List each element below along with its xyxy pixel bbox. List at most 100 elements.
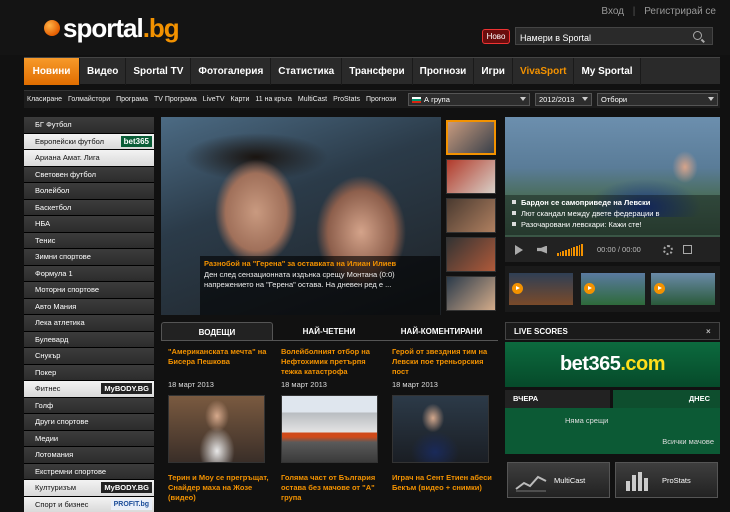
prostats-label: ProStats — [662, 476, 691, 485]
sidebar-item-snooker[interactable]: Снукър — [24, 348, 154, 365]
tab-most-read[interactable]: НАЙ-ЧЕТЕНИ — [273, 322, 385, 340]
nav-transfers[interactable]: Трансфери — [342, 58, 413, 85]
nav-statistics[interactable]: Статистика — [271, 58, 343, 85]
multicast-button[interactable]: MultiCast — [507, 462, 610, 498]
all-matches-link[interactable]: Всички мачове — [662, 437, 714, 446]
news-headline[interactable]: Волейболният отбор на Нефтохимик претърп… — [281, 347, 386, 377]
sidebar-item-bg-football[interactable]: БГ Футбол — [24, 117, 154, 134]
site-logo[interactable]: sportal.bg — [44, 13, 180, 43]
fullscreen-icon[interactable] — [682, 245, 692, 254]
sub-nav-scorers[interactable]: Голмайстори — [68, 96, 110, 103]
nav-predictions[interactable]: Прогнози — [413, 58, 475, 85]
gear-icon[interactable] — [662, 244, 673, 255]
sidebar-item-media[interactable]: Медии — [24, 430, 154, 447]
sidebar-item-extreme-sports[interactable]: Екстремни спортове — [24, 463, 154, 480]
register-link[interactable]: Регистрирай се — [644, 6, 716, 17]
tab-most-commented[interactable]: НАЙ-КОМЕНТИРАНИ — [385, 322, 498, 340]
sidebar-item-athletics[interactable]: Лека атлетика — [24, 315, 154, 332]
prostats-button[interactable]: ProStats — [615, 462, 718, 498]
tab-today[interactable]: ДНЕС — [613, 390, 720, 408]
video-thumbnail[interactable] — [509, 273, 573, 305]
sub-nav-predictions[interactable]: Прогнози — [366, 96, 396, 103]
sidebar-item-world-football[interactable]: Световен футбол — [24, 166, 154, 183]
volume-icon[interactable] — [537, 245, 547, 254]
video-title[interactable]: Разочаровани левскари: Кажи сте! — [511, 219, 714, 230]
league-select[interactable]: А група — [408, 93, 530, 106]
nav-my-sportal[interactable]: My Sportal — [574, 58, 641, 85]
sidebar-item-tennis[interactable]: Тенис — [24, 232, 154, 249]
nav-vivasport[interactable]: VivaSport — [513, 58, 575, 85]
news-item[interactable]: Волейболният отбор на Нефтохимик претърп… — [281, 347, 386, 503]
video-thumbnail[interactable] — [651, 273, 715, 305]
close-icon[interactable]: × — [706, 323, 715, 340]
play-icon[interactable] — [515, 244, 523, 255]
chevron-down-icon — [520, 97, 526, 101]
tab-leading[interactable]: ВОДЕЩИ — [161, 322, 273, 340]
nav-games[interactable]: Игри — [474, 58, 513, 85]
nav-video[interactable]: Видео — [80, 58, 127, 85]
sidebar-item-fitness[interactable]: Фитнес MyBODY.BG — [24, 381, 154, 398]
search-icon[interactable] — [693, 31, 702, 40]
sub-nav-schedule[interactable]: Програма — [116, 96, 148, 103]
sidebar-item-nba[interactable]: НБА — [24, 216, 154, 233]
nav-sportal-tv[interactable]: Sportal TV — [126, 58, 192, 85]
sidebar-item-ariana-league[interactable]: Ариана Aмат. Лига — [24, 150, 154, 167]
news-headline[interactable]: "Американската мечта" на Бисера Пешкова — [168, 347, 273, 377]
featured-story[interactable]: Разнобой на "Герена" за оставката на Или… — [161, 117, 441, 315]
season-select[interactable]: 2012/2013 — [535, 93, 592, 106]
sidebar-item-european-football[interactable]: Европейски футбол bet365 — [24, 133, 154, 150]
sub-nav-prostats[interactable]: ProStats — [333, 96, 360, 103]
banner-tld: .com — [620, 353, 666, 375]
featured-thumbnail[interactable] — [446, 198, 496, 233]
sidebar-item-sport-business[interactable]: Спорт и бизнес PROFIT.bg — [24, 496, 154, 512]
news-item[interactable]: Герой от звездния тим на Левски пое трен… — [392, 347, 497, 493]
sidebar-item-bodybuilding[interactable]: Културизъм MyBODY.BG — [24, 480, 154, 497]
sidebar-item-volleyball[interactable]: Волейбол — [24, 183, 154, 200]
sidebar-item-golf[interactable]: Голф — [24, 397, 154, 414]
video-title[interactable]: Лют скандал между двете федерации в — [511, 208, 714, 219]
news-headline[interactable]: Герой от звездния тим на Левски пое трен… — [392, 347, 497, 377]
news-headline[interactable]: Терин и Моу се прегръщат, Снайдер маха н… — [168, 473, 273, 503]
featured-thumbnail[interactable] — [446, 120, 496, 155]
volume-slider[interactable] — [557, 243, 584, 256]
sub-nav-livetv[interactable]: LiveTV — [203, 96, 225, 103]
search-input[interactable] — [516, 30, 676, 46]
featured-caption: Разнобой на "Герена" за оставката на Или… — [200, 256, 440, 315]
news-headline[interactable]: Голяма част от България остава без мачов… — [281, 473, 386, 503]
video-controls: 00:00 / 00:00 — [505, 237, 720, 262]
live-scores-title: LIVE SCORES — [514, 327, 568, 336]
sidebar-item-formula-1[interactable]: Формула 1 — [24, 265, 154, 282]
sidebar-item-poker[interactable]: Покер — [24, 364, 154, 381]
login-link[interactable]: Вход — [601, 6, 624, 17]
sub-nav-standings[interactable]: Класиране — [27, 96, 62, 103]
news-image[interactable] — [281, 395, 378, 463]
news-image[interactable] — [392, 395, 489, 463]
featured-thumbnail[interactable] — [446, 276, 496, 311]
sidebar-item-winter-sports[interactable]: Зимни спортове — [24, 249, 154, 266]
video-title[interactable]: Бардон се самоприведе на Левски — [511, 197, 714, 208]
bet365-banner[interactable]: bet365.com — [505, 342, 720, 387]
sidebar-item-boulevard[interactable]: Булевард — [24, 331, 154, 348]
sub-nav-cards[interactable]: Карти — [231, 96, 250, 103]
team-select[interactable]: Отбори — [597, 93, 718, 106]
sub-nav-multicast[interactable]: MultiCast — [298, 96, 327, 103]
news-image[interactable] — [168, 395, 265, 463]
mybody-logo: MyBODY.BG — [101, 482, 152, 493]
sidebar-item-basketball[interactable]: Баскетбол — [24, 199, 154, 216]
featured-title[interactable]: Разнобой на "Герена" за оставката на Или… — [204, 259, 436, 268]
featured-thumbnail[interactable] — [446, 159, 496, 194]
sidebar-item-motor-sports[interactable]: Моторни спортове — [24, 282, 154, 299]
ball-icon — [44, 20, 60, 36]
sub-nav-team-of-round[interactable]: 11 на кръга — [255, 96, 292, 103]
nav-photogallery[interactable]: Фотогалерия — [191, 58, 272, 85]
sidebar-item-lotomania[interactable]: Лотомания — [24, 447, 154, 464]
sidebar-item-auto-mania[interactable]: Авто Мания — [24, 298, 154, 315]
news-headline[interactable]: Играч на Сент Етиен абеси Бекъм (видео +… — [392, 473, 497, 493]
sidebar-item-other-sports[interactable]: Други спортове — [24, 414, 154, 431]
tab-yesterday[interactable]: ВЧЕРА — [505, 390, 610, 408]
featured-thumbnail[interactable] — [446, 237, 496, 272]
nav-news[interactable]: Новини — [24, 58, 80, 85]
news-item[interactable]: "Американската мечта" на Бисера Пешкова … — [168, 347, 273, 503]
sub-nav-tv-schedule[interactable]: TV Програма — [154, 96, 197, 103]
video-thumbnail[interactable] — [581, 273, 645, 305]
